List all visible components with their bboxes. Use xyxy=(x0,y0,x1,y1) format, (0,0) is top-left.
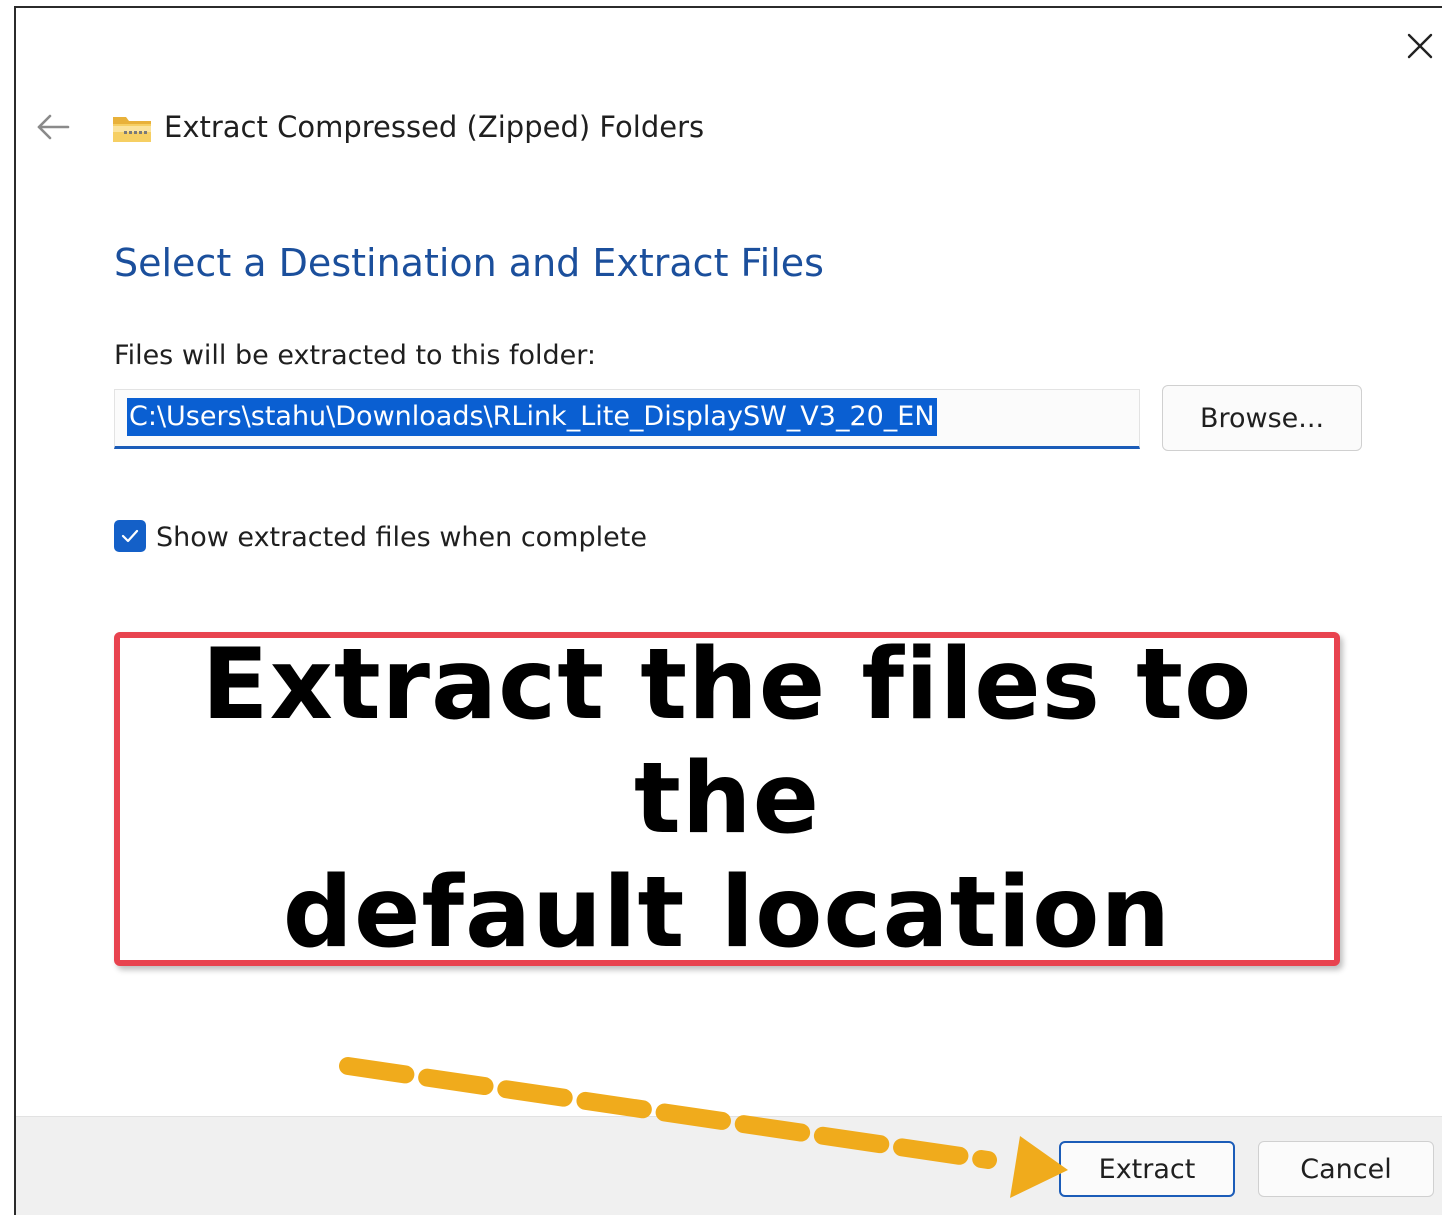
destination-label: Files will be extracted to this folder: xyxy=(114,340,596,371)
checkmark-icon xyxy=(121,529,139,543)
extract-button[interactable]: Extract xyxy=(1059,1141,1235,1197)
close-icon xyxy=(1407,33,1433,59)
annotation-line-2: default location xyxy=(282,856,1172,970)
back-button[interactable] xyxy=(32,106,74,148)
window-title: Extract Compressed (Zipped) Folders xyxy=(164,110,705,144)
back-arrow-icon xyxy=(37,114,70,140)
annotation-line-1: Extract the files to the xyxy=(201,628,1253,856)
annotation-callout: Extract the files to the default locatio… xyxy=(114,628,1340,970)
page-heading: Select a Destination and Extract Files xyxy=(114,241,824,285)
destination-path-value: C:\Users\stahu\Downloads\RLink_Lite_Disp… xyxy=(127,398,937,436)
browse-button[interactable]: Browse... xyxy=(1162,385,1362,451)
annotation-arrow xyxy=(339,1057,1068,1198)
cancel-button[interactable]: Cancel xyxy=(1258,1141,1434,1197)
destination-path-input[interactable]: C:\Users\stahu\Downloads\RLink_Lite_Disp… xyxy=(114,389,1140,449)
extract-dialog: Extract Compressed (Zipped) Folders Sele… xyxy=(14,6,1442,1215)
annotation-text: Extract the files to the default locatio… xyxy=(120,628,1334,970)
zip-folder-icon xyxy=(113,117,151,142)
show-files-checkbox[interactable] xyxy=(114,520,146,552)
show-files-label: Show extracted files when complete xyxy=(156,522,647,553)
close-button[interactable] xyxy=(1402,28,1438,64)
